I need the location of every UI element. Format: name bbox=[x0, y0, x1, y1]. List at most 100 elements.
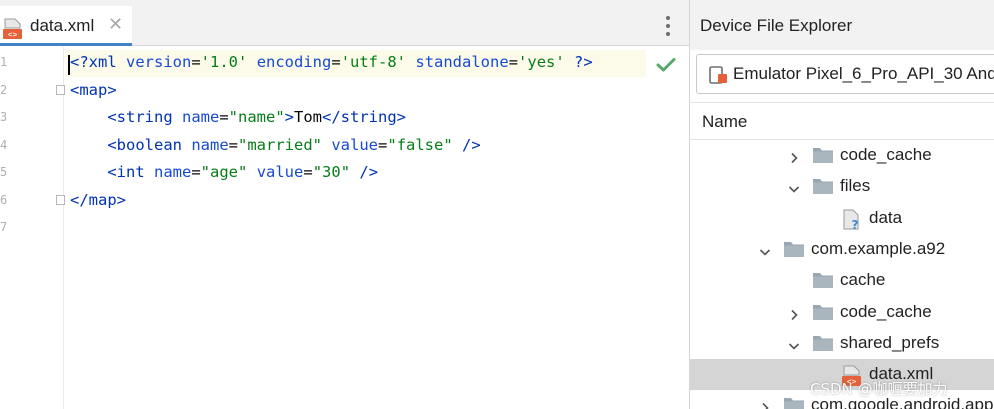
chevron-right-icon[interactable] bbox=[788, 149, 800, 164]
folder-icon bbox=[812, 271, 834, 293]
code-line: <int name="age" value="30" /> bbox=[70, 163, 378, 181]
folder-icon bbox=[812, 177, 834, 199]
code-token: "30" bbox=[312, 163, 351, 181]
code-token: </string> bbox=[322, 108, 406, 126]
xml-file-icon: <> bbox=[2, 18, 24, 44]
code-token: version bbox=[126, 53, 192, 71]
code-token: /> bbox=[350, 163, 379, 181]
tree-row[interactable]: code_cache bbox=[690, 297, 994, 328]
folder-icon bbox=[812, 146, 834, 168]
chevron-right-icon[interactable] bbox=[759, 399, 771, 409]
code-token: xml bbox=[88, 53, 126, 71]
line-gutter: 1 2 3 4 5 6 7 bbox=[0, 47, 65, 409]
code-token: = bbox=[303, 163, 313, 181]
code-area[interactable]: <?xml version='1.0' encoding='utf-8' sta… bbox=[66, 47, 689, 409]
code-token: = bbox=[191, 163, 201, 181]
code-token: name bbox=[181, 108, 220, 126]
code-token: 'yes' bbox=[518, 53, 565, 71]
tree-row[interactable]: code_cache bbox=[690, 140, 994, 171]
tab-data-xml[interactable]: <> data.xml ✕ bbox=[0, 6, 132, 46]
close-icon[interactable]: ✕ bbox=[108, 14, 123, 35]
code-token: value bbox=[331, 136, 379, 154]
editor-tab-bar: <> data.xml ✕ bbox=[0, 0, 689, 46]
code-line: <map> bbox=[70, 81, 117, 99]
folder-icon bbox=[783, 240, 805, 262]
code-token: ?> bbox=[564, 53, 593, 71]
chevron-right-icon[interactable] bbox=[788, 306, 800, 320]
device-label: Emulator Pixel_6_Pro_API_30 Android 11, … bbox=[733, 64, 994, 83]
tree-row[interactable]: com.example.a92 bbox=[690, 234, 994, 265]
tree-row-label: cache bbox=[840, 270, 886, 290]
panel-title: Device File Explorer bbox=[700, 16, 853, 35]
code-editor: <> data.xml ✕ 1 2 3 4 5 6 7 <?xml versio… bbox=[0, 0, 689, 409]
code-token: value bbox=[256, 163, 304, 181]
code-token: = bbox=[378, 136, 388, 154]
tree-row[interactable]: cache bbox=[690, 265, 994, 296]
folder-icon bbox=[812, 303, 834, 325]
code-token: </map> bbox=[70, 191, 126, 209]
svg-text:<>: <> bbox=[8, 30, 18, 39]
code-token: <map> bbox=[70, 81, 117, 99]
code-token: Tom bbox=[294, 108, 322, 126]
code-token: name bbox=[154, 163, 192, 181]
code-line: <?xml version='1.0' encoding='utf-8' sta… bbox=[70, 53, 593, 71]
folder-icon bbox=[783, 396, 805, 409]
code-token: name bbox=[191, 136, 229, 154]
code-token: '1.0' bbox=[200, 53, 248, 71]
chevron-down-icon[interactable] bbox=[759, 243, 771, 256]
tree-row[interactable]: ? data bbox=[690, 203, 994, 234]
chevron-down-icon[interactable] bbox=[788, 180, 800, 193]
watermark: CSDN @咖喱要加力 bbox=[810, 380, 948, 398]
tree-row[interactable]: shared_prefs bbox=[690, 328, 994, 359]
code-token: <boolean bbox=[70, 136, 192, 154]
code-token: /> bbox=[452, 136, 481, 154]
code-line: </map> bbox=[70, 191, 126, 209]
more-options-icon[interactable] bbox=[662, 15, 674, 37]
tab-label: data.xml bbox=[30, 16, 95, 35]
code-token: = bbox=[228, 136, 238, 154]
tree-row-label: shared_prefs bbox=[840, 332, 940, 352]
code-token: = bbox=[219, 108, 229, 126]
column-header-name: Name bbox=[702, 112, 748, 131]
chevron-down-icon[interactable] bbox=[788, 337, 800, 350]
code-token: 'utf-8' bbox=[340, 53, 407, 71]
fold-marker-icon[interactable] bbox=[56, 195, 65, 205]
tree-row-label: com.example.a92 bbox=[811, 238, 946, 258]
phone-icon bbox=[709, 65, 729, 89]
code-token: = bbox=[331, 53, 341, 71]
code-token: "age" bbox=[200, 163, 248, 181]
tree-row-label: code_cache bbox=[840, 301, 932, 321]
column-header[interactable]: Name bbox=[690, 102, 994, 140]
line-number: 5 bbox=[0, 165, 8, 179]
device-dropdown[interactable]: Emulator Pixel_6_Pro_API_30 Android 11, … bbox=[696, 54, 994, 94]
checkmark-icon[interactable] bbox=[656, 57, 676, 77]
code-token: > bbox=[284, 108, 294, 126]
explorer-header: Device File Explorer bbox=[690, 0, 994, 50]
code-token: = bbox=[191, 53, 201, 71]
fold-marker-icon[interactable] bbox=[56, 85, 65, 95]
tree-row-label: data bbox=[869, 207, 903, 227]
unknown-file-icon: ? bbox=[841, 209, 863, 235]
line-number: 4 bbox=[0, 138, 8, 152]
svg-text:?: ? bbox=[852, 218, 859, 231]
line-number: 3 bbox=[0, 110, 8, 124]
code-token: <string bbox=[70, 108, 182, 126]
file-tree[interactable]: code_cache files? data com.example.a92 cache… bbox=[690, 140, 994, 409]
code-token: <? bbox=[70, 53, 89, 71]
code-line: <boolean name="married" value="false" /> bbox=[70, 136, 481, 154]
tree-row[interactable]: files bbox=[690, 171, 994, 202]
folder-icon bbox=[812, 334, 834, 356]
line-number: 1 bbox=[0, 55, 8, 69]
code-token: "false" bbox=[387, 136, 453, 154]
code-token: standalone bbox=[415, 53, 509, 71]
code-token: "name" bbox=[228, 108, 285, 126]
code-token: = bbox=[508, 53, 519, 71]
tree-row-label: files bbox=[840, 176, 871, 196]
line-number: 7 bbox=[0, 220, 8, 234]
line-number: 2 bbox=[0, 83, 8, 97]
line-number: 6 bbox=[0, 193, 8, 207]
